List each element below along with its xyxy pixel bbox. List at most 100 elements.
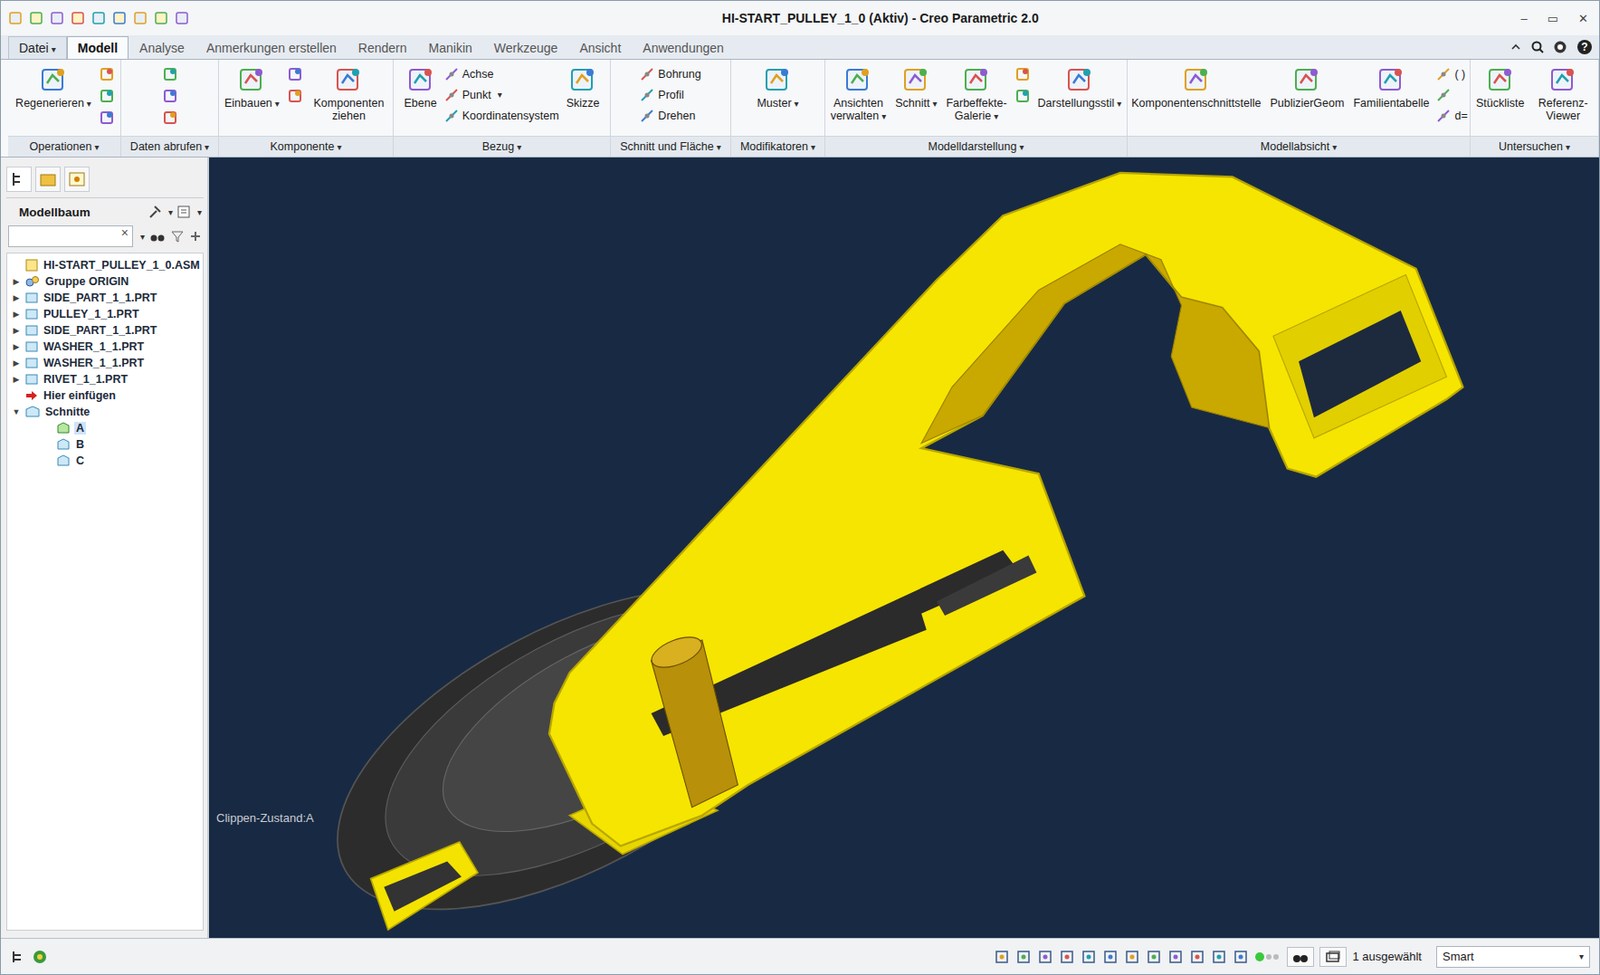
command-icon[interactable] bbox=[1014, 87, 1031, 105]
community-icon[interactable] bbox=[1552, 39, 1570, 55]
search-dropdown[interactable]: ▾ bbox=[140, 231, 145, 242]
tree-item[interactable]: A bbox=[7, 419, 203, 437]
filter-icon[interactable] bbox=[170, 228, 185, 244]
tree-item[interactable]: ▶WASHER_1_1.PRT bbox=[7, 354, 203, 372]
ribbon-button[interactable]: Farbeffekte-Galerie▾ bbox=[943, 63, 1009, 125]
command-icon[interactable] bbox=[1014, 66, 1031, 83]
tree-item[interactable]: ▶Gruppe ORIGIN bbox=[7, 273, 203, 290]
ribbon-tab[interactable]: Ansicht bbox=[568, 36, 632, 59]
ribbon-button[interactable]: Familientabelle bbox=[1351, 63, 1431, 112]
ribbon-button[interactable]: Stückliste bbox=[1474, 63, 1527, 112]
toolbar-icon[interactable] bbox=[70, 10, 86, 26]
command-icon[interactable] bbox=[286, 66, 304, 83]
ribbon-small-button[interactable]: Koordinatensystem bbox=[444, 106, 560, 124]
search-icon[interactable] bbox=[1530, 39, 1545, 55]
tree-item[interactable]: Hier einfügen bbox=[7, 387, 203, 404]
ribbon-button[interactable]: Komponenten ziehen bbox=[308, 63, 390, 125]
tree-item[interactable]: ▶SIDE_PART_1_1.PRT bbox=[7, 289, 203, 306]
tree-expander[interactable]: ▶ bbox=[10, 276, 22, 286]
ribbon-group-label[interactable]: Komponente▾ bbox=[219, 135, 393, 157]
folder-browser-tab-icon[interactable] bbox=[35, 166, 61, 192]
ribbon-button[interactable]: Einbauen▾ bbox=[222, 63, 282, 112]
ribbon-small-button[interactable]: Drehen bbox=[639, 106, 701, 124]
pulley-model[interactable] bbox=[209, 157, 1600, 938]
graphics-viewport[interactable]: Clippen-Zustand:A bbox=[209, 157, 1600, 938]
navigator-toggle-icon[interactable] bbox=[9, 948, 27, 965]
view-tool-icon[interactable] bbox=[1058, 948, 1076, 965]
ribbon-button[interactable]: Regenerieren▾ bbox=[13, 63, 94, 112]
view-tool-icon[interactable] bbox=[1210, 948, 1228, 965]
view-tool-icon[interactable] bbox=[1167, 948, 1184, 965]
tree-item[interactable]: ▶WASHER_1_1.PRT bbox=[7, 338, 203, 355]
toolbar-icon[interactable] bbox=[8, 10, 23, 26]
toolbar-icon[interactable] bbox=[49, 10, 65, 26]
toolbar-icon[interactable] bbox=[133, 10, 148, 26]
ribbon-tab[interactable]: Manikin bbox=[418, 36, 484, 59]
command-icon[interactable] bbox=[161, 109, 179, 126]
ribbon-small-button[interactable]: d= bbox=[1436, 106, 1467, 124]
ribbon-tab[interactable]: Modell bbox=[66, 36, 129, 59]
ribbon-group-label[interactable]: Modelldarstellung▾ bbox=[825, 135, 1127, 157]
tree-item[interactable]: ▶PULLEY_1_1.PRT bbox=[7, 305, 203, 323]
tree-item[interactable]: ▼Schnitte bbox=[7, 403, 203, 420]
ribbon-button[interactable]: Muster▾ bbox=[754, 63, 800, 112]
tree-expander[interactable]: ▶ bbox=[10, 342, 22, 352]
ribbon-button[interactable]: Ansichten verwalten▾ bbox=[828, 63, 889, 125]
ribbon-button[interactable]: Schnitt▾ bbox=[893, 63, 939, 112]
view-tool-icon[interactable] bbox=[1232, 948, 1249, 965]
ribbon-tab[interactable]: Rendern bbox=[347, 36, 419, 59]
toolbar-icon[interactable] bbox=[28, 10, 44, 26]
command-icon[interactable] bbox=[161, 87, 179, 105]
ribbon-small-button[interactable]: Profil bbox=[639, 85, 701, 104]
add-icon[interactable] bbox=[189, 229, 202, 243]
window-control-button[interactable]: – bbox=[1517, 11, 1532, 26]
toolbar-icon[interactable] bbox=[153, 10, 169, 26]
selection-buffer-button[interactable] bbox=[1319, 946, 1347, 967]
view-tool-icon[interactable] bbox=[1145, 948, 1162, 965]
command-icon[interactable] bbox=[98, 66, 115, 83]
binoculars-icon[interactable] bbox=[149, 228, 166, 244]
ribbon-tab[interactable]: Anmerkungen erstellen bbox=[195, 36, 348, 59]
ribbon-group-label[interactable]: Operationen▾ bbox=[8, 135, 121, 157]
ribbon-button[interactable]: Darstellungsstil▾ bbox=[1036, 63, 1124, 112]
ribbon-tab[interactable]: Datei▾ bbox=[8, 36, 67, 59]
ribbon-small-button[interactable]: Bohrung bbox=[639, 65, 701, 83]
model-tree-tab-icon[interactable] bbox=[6, 166, 32, 192]
window-control-button[interactable]: ✕ bbox=[1574, 11, 1592, 26]
view-tool-icon[interactable] bbox=[1123, 948, 1141, 965]
ribbon-group-label[interactable]: Schnitt und Fläche▾ bbox=[610, 135, 731, 157]
ribbon-group-label[interactable]: Daten abrufen▾ bbox=[121, 135, 219, 157]
favorites-tab-icon[interactable] bbox=[64, 166, 90, 192]
tree-item[interactable]: B bbox=[7, 436, 203, 453]
ribbon-small-button[interactable] bbox=[1436, 85, 1467, 104]
ribbon-button[interactable]: Komponentenschnittstelle bbox=[1129, 63, 1263, 112]
ribbon-small-button[interactable]: Punkt▾ bbox=[444, 85, 560, 104]
settings-icon[interactable] bbox=[146, 203, 163, 220]
ribbon-button[interactable]: Referenz-Viewer bbox=[1532, 63, 1596, 125]
view-tool-icon[interactable] bbox=[1080, 948, 1097, 965]
show-icon[interactable] bbox=[175, 203, 192, 220]
help-button[interactable]: ? bbox=[1577, 39, 1592, 55]
tree-item[interactable]: HI-START_PULLEY_1_0.ASM bbox=[7, 257, 203, 274]
ribbon-button[interactable]: Ebene bbox=[402, 63, 439, 112]
ribbon-small-button[interactable]: ( ) bbox=[1436, 65, 1467, 83]
ribbon-group-label[interactable]: Modellabsicht▾ bbox=[1127, 135, 1470, 157]
ribbon-small-button[interactable]: Achse bbox=[444, 65, 560, 83]
toolbar-icon[interactable] bbox=[174, 10, 190, 26]
toolbar-icon[interactable] bbox=[91, 10, 106, 26]
tree-expander[interactable]: ▶ bbox=[10, 358, 22, 368]
tree-expander[interactable]: ▶ bbox=[10, 309, 22, 319]
view-tool-icon[interactable] bbox=[1015, 948, 1032, 965]
ribbon-tab[interactable]: Werkzeuge bbox=[483, 36, 570, 59]
show-dropdown[interactable]: ▾ bbox=[197, 207, 202, 218]
tree-expander[interactable]: ▶ bbox=[10, 325, 22, 335]
command-icon[interactable] bbox=[98, 87, 115, 105]
view-tool-icon[interactable] bbox=[1189, 948, 1206, 965]
clear-search-button[interactable]: × bbox=[121, 226, 129, 239]
minimize-ribbon-icon[interactable] bbox=[1509, 40, 1523, 54]
view-tool-icon[interactable] bbox=[1102, 948, 1119, 965]
ribbon-tab[interactable]: Analyse bbox=[128, 36, 196, 59]
toolbar-icon[interactable] bbox=[112, 10, 127, 26]
ribbon-group-label[interactable]: Untersuchen▾ bbox=[1470, 135, 1599, 157]
browser-toggle-icon[interactable] bbox=[31, 948, 48, 965]
